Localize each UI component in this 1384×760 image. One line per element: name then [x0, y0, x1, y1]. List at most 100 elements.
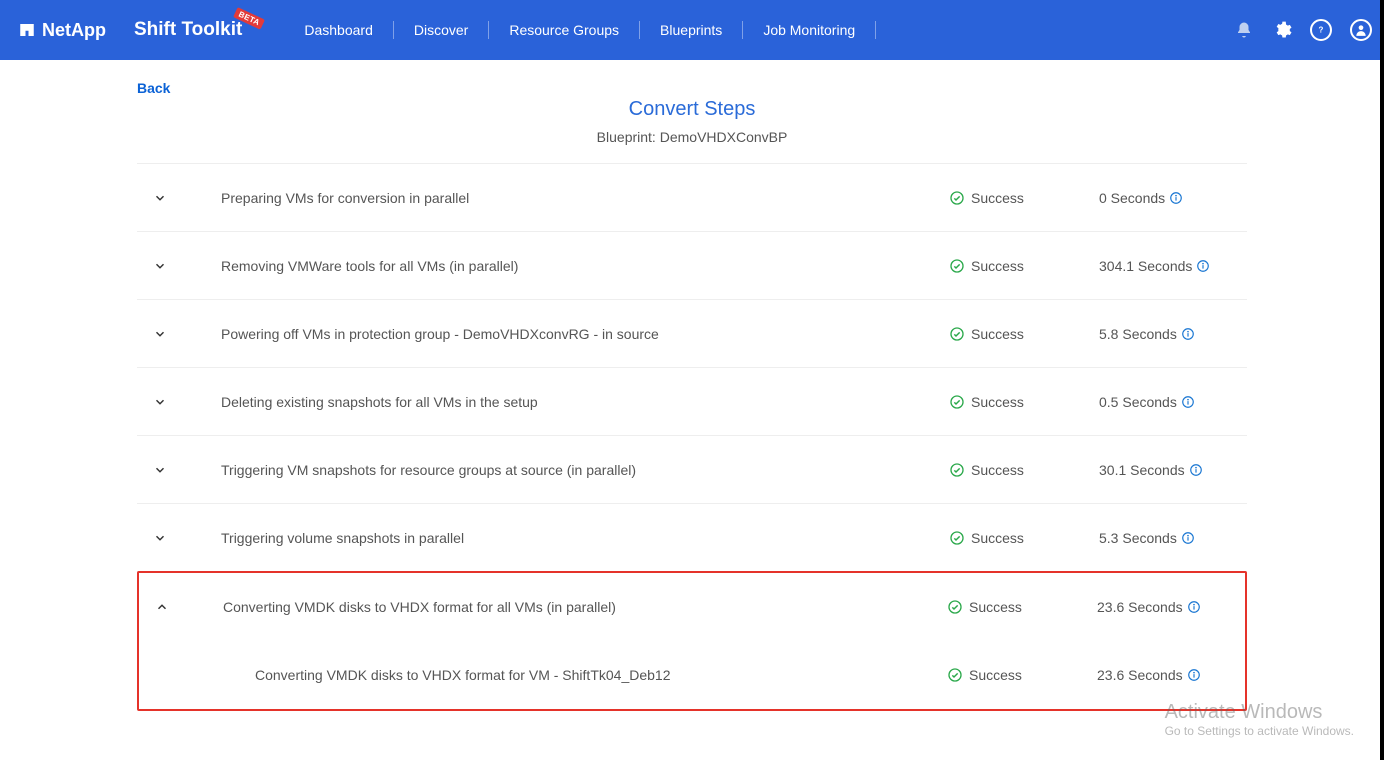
success-check-icon	[949, 462, 965, 478]
svg-text:?: ?	[1319, 26, 1324, 35]
chevron-down-icon	[153, 463, 167, 477]
step-name: Converting VMDK disks to VHDX format for…	[223, 599, 947, 615]
status-label: Success	[971, 462, 1024, 478]
nav-separator	[875, 21, 876, 39]
duration-text: 0.5 Seconds	[1099, 394, 1177, 410]
duration-text: 23.6 Seconds	[1097, 667, 1183, 683]
step-row[interactable]: Triggering volume snapshots in parallel S…	[137, 504, 1247, 572]
duration-text: 304.1 Seconds	[1099, 258, 1192, 274]
sub-step-duration: 23.6 Seconds	[1097, 667, 1237, 683]
step-duration: 30.1 Seconds	[1099, 462, 1239, 478]
blueprint-subtitle: Blueprint: DemoVHDXConvBP	[137, 129, 1247, 145]
brand-name: NetApp	[42, 20, 106, 41]
chevron-up-icon	[155, 600, 169, 614]
nav-resource-groups[interactable]: Resource Groups	[489, 20, 639, 40]
expand-toggle[interactable]	[149, 327, 221, 341]
step-duration: 0 Seconds	[1099, 190, 1239, 206]
success-check-icon	[947, 599, 963, 615]
chevron-down-icon	[153, 191, 167, 205]
step-duration: 304.1 Seconds	[1099, 258, 1239, 274]
success-check-icon	[949, 326, 965, 342]
info-icon[interactable]	[1181, 327, 1195, 341]
page-title: Convert Steps	[137, 98, 1247, 121]
step-row[interactable]: Removing VMWare tools for all VMs (in pa…	[137, 232, 1247, 300]
info-icon[interactable]	[1181, 395, 1195, 409]
user-icon[interactable]	[1350, 19, 1372, 41]
step-row[interactable]: Powering off VMs in protection group - D…	[137, 300, 1247, 368]
page-body: Back Convert Steps Blueprint: DemoVHDXCo…	[0, 60, 1384, 711]
nav-discover[interactable]: Discover	[394, 20, 488, 40]
expand-toggle[interactable]	[149, 395, 221, 409]
step-name: Deleting existing snapshots for all VMs …	[221, 394, 949, 410]
sub-step-row: Converting VMDK disks to VHDX format for…	[139, 641, 1245, 709]
step-duration: 0.5 Seconds	[1099, 394, 1239, 410]
watermark-subtitle: Go to Settings to activate Windows.	[1165, 724, 1354, 738]
success-check-icon	[947, 667, 963, 683]
step-row[interactable]: Preparing VMs for conversion in parallel…	[137, 164, 1247, 232]
duration-text: 0 Seconds	[1099, 190, 1165, 206]
success-check-icon	[949, 394, 965, 410]
status-label: Success	[971, 190, 1024, 206]
blueprint-label: Blueprint:	[597, 129, 656, 145]
success-check-icon	[949, 190, 965, 206]
step-duration: 5.8 Seconds	[1099, 326, 1239, 342]
chevron-down-icon	[153, 327, 167, 341]
info-icon[interactable]	[1189, 463, 1203, 477]
step-status: Success	[949, 462, 1099, 478]
nav-blueprints[interactable]: Blueprints	[640, 20, 742, 40]
step-row[interactable]: Deleting existing snapshots for all VMs …	[137, 368, 1247, 436]
duration-text: 23.6 Seconds	[1097, 599, 1183, 615]
content-container: Back Convert Steps Blueprint: DemoVHDXCo…	[137, 80, 1247, 711]
step-status: Success	[949, 258, 1099, 274]
back-link[interactable]: Back	[137, 80, 170, 96]
status-label: Success	[971, 530, 1024, 546]
chevron-down-icon	[153, 531, 167, 545]
info-icon[interactable]	[1169, 191, 1183, 205]
duration-text: 5.3 Seconds	[1099, 530, 1177, 546]
expand-toggle[interactable]	[149, 463, 221, 477]
gear-icon[interactable]	[1272, 20, 1292, 40]
step-name: Powering off VMs in protection group - D…	[221, 326, 949, 342]
nav-dashboard[interactable]: Dashboard	[284, 20, 393, 40]
step-row[interactable]: Triggering VM snapshots for resource gro…	[137, 436, 1247, 504]
step-status: Success	[947, 599, 1097, 615]
netapp-logo-icon	[18, 21, 36, 39]
steps-list: Preparing VMs for conversion in parallel…	[137, 163, 1247, 572]
info-icon[interactable]	[1187, 600, 1201, 614]
step-row-expanded[interactable]: Converting VMDK disks to VHDX format for…	[139, 573, 1245, 641]
help-icon[interactable]: ?	[1310, 19, 1332, 41]
bell-icon[interactable]	[1234, 20, 1254, 40]
info-icon[interactable]	[1181, 531, 1195, 545]
topbar-actions: ?	[1234, 19, 1372, 41]
duration-text: 5.8 Seconds	[1099, 326, 1177, 342]
status-label: Success	[971, 326, 1024, 342]
brand: NetApp	[18, 20, 106, 41]
step-name: Removing VMWare tools for all VMs (in pa…	[221, 258, 949, 274]
highlighted-step-box: Converting VMDK disks to VHDX format for…	[137, 571, 1247, 711]
step-name: Triggering VM snapshots for resource gro…	[221, 462, 949, 478]
info-icon[interactable]	[1187, 668, 1201, 682]
step-status: Success	[949, 190, 1099, 206]
step-status: Success	[949, 394, 1099, 410]
product-name: Shift Toolkit BETA	[134, 19, 242, 41]
info-icon[interactable]	[1196, 259, 1210, 273]
sub-step-status: Success	[947, 667, 1097, 683]
status-label: Success	[969, 667, 1022, 683]
expand-toggle[interactable]	[149, 531, 221, 545]
step-status: Success	[949, 326, 1099, 342]
step-status: Success	[949, 530, 1099, 546]
step-duration: 5.3 Seconds	[1099, 530, 1239, 546]
blueprint-name: DemoVHDXConvBP	[660, 129, 788, 145]
step-duration: 23.6 Seconds	[1097, 599, 1237, 615]
main-nav: Dashboard Discover Resource Groups Bluep…	[284, 20, 876, 40]
right-edge-border	[1380, 0, 1384, 760]
expand-toggle[interactable]	[151, 600, 223, 614]
status-label: Success	[971, 258, 1024, 274]
expand-toggle[interactable]	[149, 259, 221, 273]
success-check-icon	[949, 258, 965, 274]
step-name: Triggering volume snapshots in parallel	[221, 530, 949, 546]
nav-job-monitoring[interactable]: Job Monitoring	[743, 20, 875, 40]
chevron-down-icon	[153, 395, 167, 409]
expand-toggle[interactable]	[149, 191, 221, 205]
duration-text: 30.1 Seconds	[1099, 462, 1185, 478]
